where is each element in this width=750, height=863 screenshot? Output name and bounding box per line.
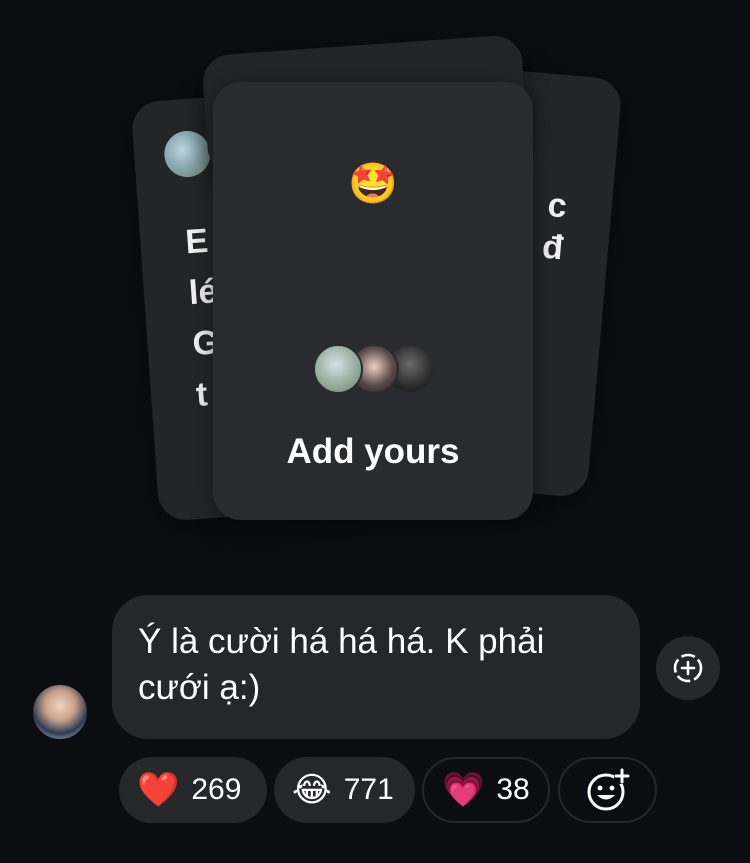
participant-avatar xyxy=(313,344,363,394)
add-yours-label[interactable]: Add yours xyxy=(213,432,533,472)
reaction-laugh[interactable]: 😂 771 xyxy=(274,757,415,823)
sender-avatar[interactable] xyxy=(33,685,87,739)
add-to-story-icon xyxy=(673,653,703,683)
message-text: Ý là cười há há há. K phải cưới ạ:) xyxy=(138,622,545,707)
reaction-count: 38 xyxy=(496,773,530,806)
growing-heart-icon: 💗 xyxy=(442,771,485,809)
star-struck-emoji-icon: 🤩 xyxy=(348,162,398,206)
reaction-count: 771 xyxy=(343,773,394,806)
story-author-avatar xyxy=(162,129,212,179)
add-reaction-icon xyxy=(587,768,630,811)
message-bubble[interactable]: Ý là cười há há há. K phải cưới ạ:) xyxy=(112,595,640,739)
red-heart-icon: ❤️ xyxy=(137,771,180,809)
reaction-pink-heart[interactable]: 💗 38 xyxy=(422,757,550,823)
add-to-story-button[interactable] xyxy=(656,636,720,700)
reaction-heart[interactable]: ❤️ 269 xyxy=(119,757,267,823)
reaction-count: 269 xyxy=(191,773,242,806)
add-yours-sticker-card[interactable]: 🤩 Add yours xyxy=(213,82,533,520)
story-text-line: E xyxy=(184,221,210,262)
add-reaction-button[interactable] xyxy=(558,757,657,823)
participant-avatars xyxy=(313,344,443,394)
tears-of-joy-icon: 😂 xyxy=(292,771,332,809)
